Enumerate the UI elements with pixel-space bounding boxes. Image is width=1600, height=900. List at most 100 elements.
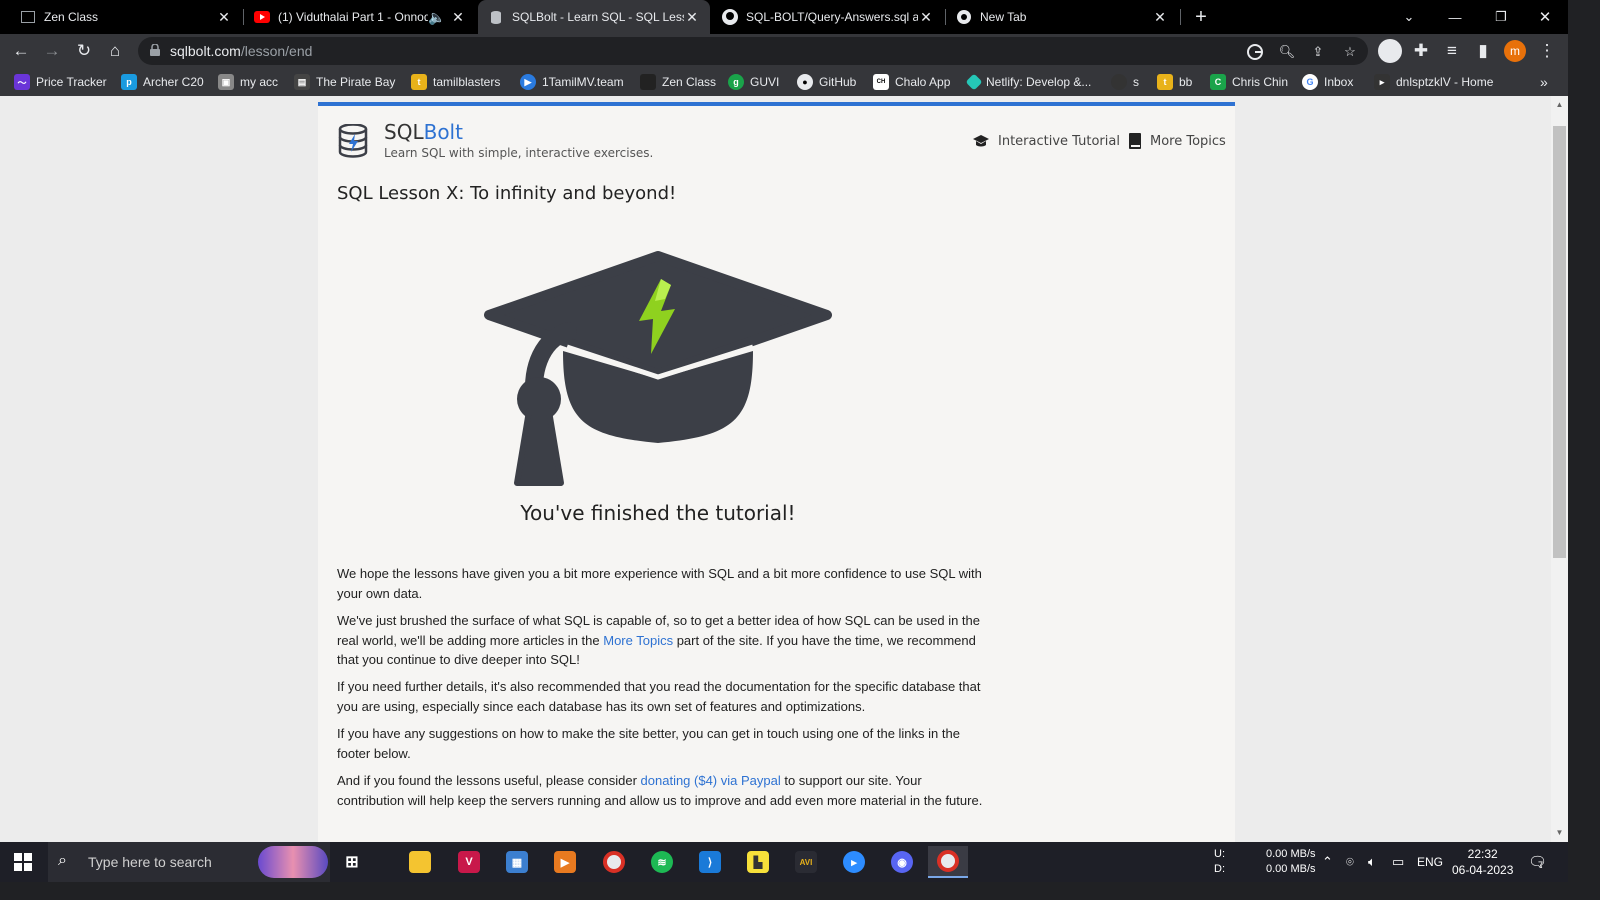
task-view-icon: ⊞ xyxy=(345,854,359,871)
bookmark-chris-chin[interactable]: C Chris Chin xyxy=(1210,73,1288,91)
tab-title: Zen Class xyxy=(44,10,99,24)
bookmark-inbox[interactable]: G Inbox xyxy=(1302,73,1353,91)
taskbar-discord[interactable]: ◉ xyxy=(882,846,922,878)
bookmarks-bar: 〜 Price Tracker p Archer C20 ▣ my acc ▤ The … xyxy=(0,68,1568,96)
bookmark-zen-class[interactable]: Zen Class xyxy=(640,73,716,91)
tab-title: SQL-BOLT/Query-Answers.sql at xyxy=(746,10,918,24)
bookmark-label: Chris Chin xyxy=(1232,75,1289,89)
guvi-icon: g xyxy=(728,74,744,90)
menu-icon[interactable]: ⋮ xyxy=(1536,40,1558,62)
taskbar-esports[interactable]: AVI xyxy=(786,846,826,878)
scroll-down-icon[interactable]: ▼ xyxy=(1551,826,1568,840)
restore-button[interactable]: ❐ xyxy=(1478,0,1524,34)
notifications-icon[interactable]: 🗨︎ 7 xyxy=(1528,842,1547,882)
scroll-up-icon[interactable]: ▲ xyxy=(1551,98,1568,112)
language-indicator[interactable]: ENG xyxy=(1417,842,1443,882)
address-bar[interactable]: sqlbolt.com/lesson/end 🔍︎ ⇪ ☆ xyxy=(138,37,1368,65)
tab-sqlbolt[interactable]: SQLBolt - Learn SQL - SQL Lesson ✕ xyxy=(478,0,710,34)
sqlbolt-logo-icon[interactable] xyxy=(338,124,368,158)
side-panel-icon[interactable]: ▮ xyxy=(1472,40,1494,62)
bookmark-label: bb xyxy=(1179,75,1193,89)
arrow-icon: ▸ xyxy=(1374,74,1390,90)
meet-now-icon[interactable]: ⌾ xyxy=(1346,842,1354,882)
mute-icon[interactable]: 🔈 xyxy=(428,9,445,26)
taskbar-search-box[interactable]: ⌕ Type here to search xyxy=(48,842,330,882)
nav-more-topics[interactable]: More Topics xyxy=(1128,133,1226,149)
bookmark-bb[interactable]: t bb xyxy=(1157,73,1192,91)
bookmark-archer-c20[interactable]: p Archer C20 xyxy=(121,73,204,91)
profile-avatar[interactable]: m xyxy=(1504,40,1526,62)
bookmark-my-acc[interactable]: ▣ my acc xyxy=(218,73,278,91)
bookmark-price-tracker[interactable]: 〜 Price Tracker xyxy=(14,73,107,91)
reading-list-icon[interactable]: ≡ xyxy=(1441,40,1463,62)
tab-title: New Tab xyxy=(980,10,1027,24)
bookmark-tamilblasters[interactable]: t tamilblasters xyxy=(411,73,500,91)
clock-time: 22:32 xyxy=(1467,847,1498,861)
more-bookmarks-icon[interactable]: » xyxy=(1540,73,1548,91)
profile-extension-icon[interactable] xyxy=(1378,39,1402,63)
task-view-button[interactable]: ⊞ xyxy=(332,846,372,878)
tab-youtube[interactable]: (1) Viduthalai Part 1 - Onnod 🔈 ✕ xyxy=(244,0,476,34)
tab-zen-class[interactable]: Zen Class ✕ xyxy=(10,0,242,34)
tamilblasters-icon: t xyxy=(411,74,427,90)
brand-name[interactable]: SQLBolt xyxy=(384,120,463,144)
more-topics-link[interactable]: More Topics xyxy=(603,633,673,648)
book-icon xyxy=(1129,133,1141,149)
tab-new-tab[interactable]: New Tab ✕ xyxy=(946,0,1178,34)
tab-github[interactable]: SQL-BOLT/Query-Answers.sql at ✕ xyxy=(712,0,944,34)
new-tab-button[interactable]: + xyxy=(1178,0,1224,34)
taskbar-zoom[interactable]: ▸ xyxy=(834,846,874,878)
close-window-button[interactable]: ✕ xyxy=(1522,0,1568,34)
graduation-cap-icon xyxy=(973,135,989,147)
extensions-icon[interactable]: ✚ xyxy=(1410,40,1432,62)
nav-interactive-tutorial[interactable]: Interactive Tutorial xyxy=(972,133,1120,149)
close-icon[interactable]: ✕ xyxy=(450,9,466,26)
taskbar-app-v[interactable]: V xyxy=(449,846,489,878)
scrollbar-thumb[interactable] xyxy=(1553,126,1566,558)
reload-button[interactable]: ↻ xyxy=(73,40,95,62)
taskbar-chrome-active[interactable] xyxy=(928,846,968,878)
close-icon[interactable]: ✕ xyxy=(1152,9,1168,26)
close-icon[interactable]: ✕ xyxy=(918,9,934,26)
bookmark-netlify[interactable]: Netlify: Develop &... xyxy=(965,73,1091,91)
taskbar-file-explorer[interactable] xyxy=(400,846,440,878)
taskbar-vscode[interactable]: ⟩ xyxy=(690,846,730,878)
close-icon[interactable]: ✕ xyxy=(216,9,232,26)
bookmark-github[interactable]: ● GitHub xyxy=(797,73,856,91)
taskbar-spotify[interactable]: ≋ xyxy=(642,846,682,878)
network-icon[interactable]: ▭ xyxy=(1392,842,1404,882)
zoom-icon[interactable]: 🔍︎ xyxy=(1279,44,1296,60)
netlify-icon xyxy=(965,73,983,91)
bookmark-star-icon[interactable]: ☆ xyxy=(1342,44,1358,60)
back-button[interactable]: ← xyxy=(10,40,32,62)
share-icon[interactable]: ⇪ xyxy=(1310,44,1326,60)
bookmark-pirate-bay[interactable]: ▤ The Pirate Bay xyxy=(294,73,395,91)
taskbar-sticky-notes[interactable]: ▙ xyxy=(738,846,778,878)
page-scrollbar[interactable]: ▲ ▼ xyxy=(1551,96,1568,842)
nav-label: Interactive Tutorial xyxy=(998,133,1120,149)
bookmark-dnlsptzklv[interactable]: ▸ dnlsptzklV - Home xyxy=(1374,73,1493,91)
close-icon[interactable]: ✕ xyxy=(684,9,700,26)
tab-search-button[interactable]: ⌄ xyxy=(1386,0,1432,34)
upload-speed: 0.00 MB/s xyxy=(1266,848,1316,860)
clock[interactable]: 22:32 06-04-2023 xyxy=(1452,842,1513,882)
forward-button[interactable]: → xyxy=(41,40,63,62)
taskbar-chrome[interactable] xyxy=(594,846,634,878)
upload-label: U: xyxy=(1214,848,1225,860)
tray-overflow-icon[interactable]: ⌃ xyxy=(1322,842,1333,882)
taskbar-media-player[interactable]: ▶ xyxy=(545,846,585,878)
volume-icon[interactable]: 🔈︎ xyxy=(1368,842,1376,882)
start-button[interactable] xyxy=(0,842,46,882)
bookmark-chalo-app[interactable]: CH Chalo App xyxy=(873,73,950,91)
bookmark-guvi[interactable]: g GUVI xyxy=(728,73,779,91)
zoom-app-icon: ▸ xyxy=(843,851,865,873)
bookmark-s[interactable]: s xyxy=(1111,73,1139,91)
google-icon[interactable] xyxy=(1247,44,1263,60)
home-button[interactable]: ⌂ xyxy=(104,40,126,62)
taskbar-control-panel[interactable]: ▦ xyxy=(497,846,537,878)
minimize-button[interactable]: — xyxy=(1432,0,1478,34)
finished-heading: You've finished the tutorial! xyxy=(520,501,796,525)
content-card: SQLBolt Learn SQL with simple, interacti… xyxy=(318,102,1235,842)
donate-paypal-link[interactable]: donating ($4) via Paypal xyxy=(641,773,781,788)
bookmark-1tamilmv[interactable]: ▶ 1TamilMV.team xyxy=(520,73,624,91)
